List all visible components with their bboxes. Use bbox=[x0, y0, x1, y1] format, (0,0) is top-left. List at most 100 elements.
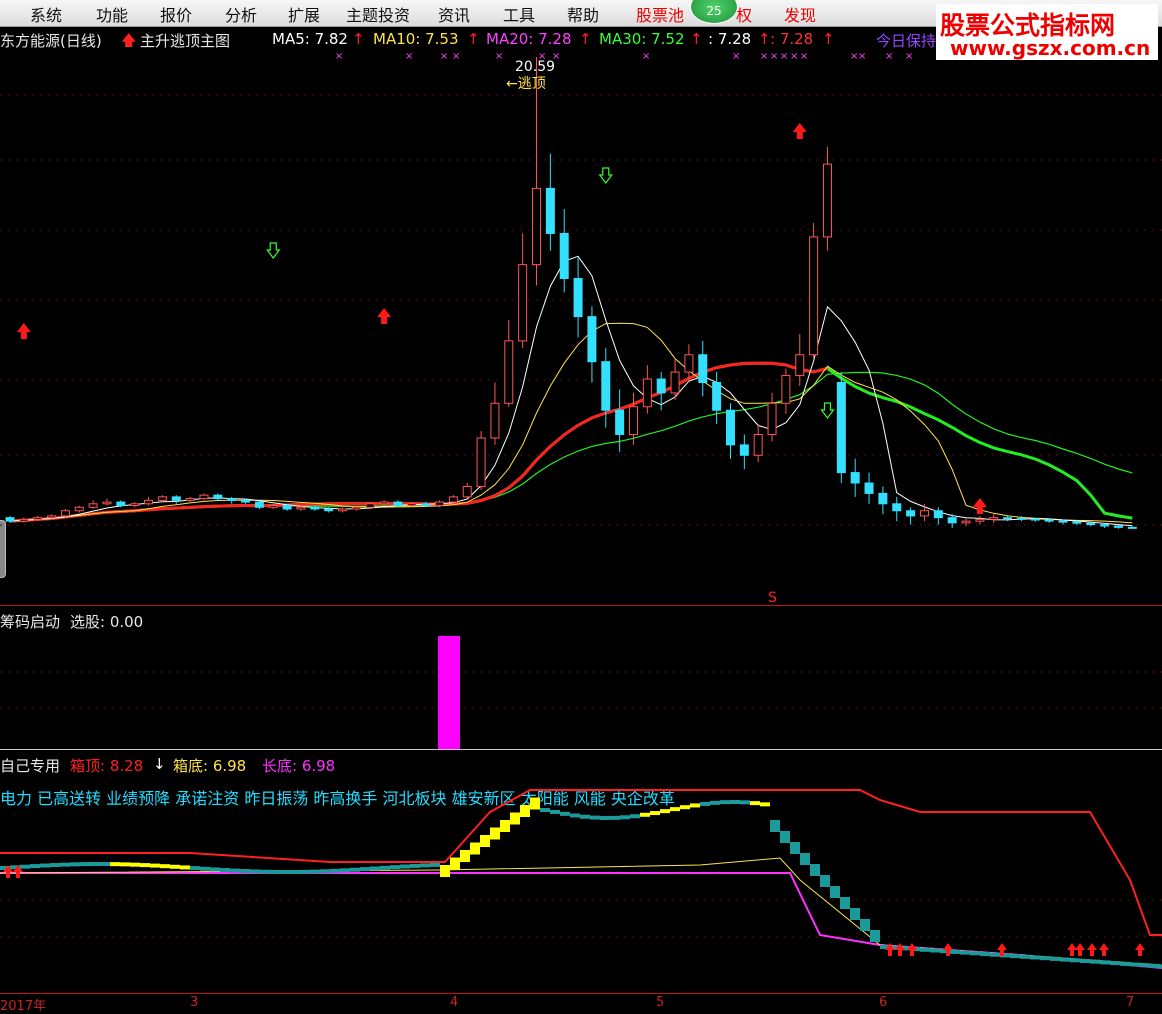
band-block bbox=[920, 947, 930, 952]
band-block bbox=[350, 867, 360, 872]
buy-arrow-icon bbox=[377, 308, 392, 324]
candle-body bbox=[19, 518, 29, 522]
band-block bbox=[930, 948, 940, 953]
candle-body bbox=[864, 482, 874, 494]
x-label-5: 5 bbox=[656, 995, 665, 1010]
band-block bbox=[700, 801, 710, 806]
candle-body bbox=[739, 444, 749, 456]
band-block bbox=[1100, 960, 1110, 965]
band-block bbox=[390, 865, 400, 870]
cross-marker: × bbox=[495, 51, 503, 62]
band-block bbox=[120, 862, 130, 867]
cross-marker: × bbox=[452, 51, 460, 62]
candle-body bbox=[1003, 517, 1013, 520]
band-block bbox=[1080, 959, 1090, 963]
candle-body bbox=[351, 506, 361, 510]
band-block bbox=[470, 842, 480, 855]
candle-body bbox=[822, 163, 832, 238]
candle-body bbox=[795, 354, 805, 377]
candle-body bbox=[47, 515, 57, 519]
band-block bbox=[610, 815, 620, 820]
cross-marker: × bbox=[770, 51, 778, 62]
band-block bbox=[660, 809, 670, 814]
band-block bbox=[800, 853, 810, 865]
band-block bbox=[190, 866, 200, 871]
candle-body bbox=[809, 236, 819, 356]
band-block bbox=[960, 950, 970, 955]
band-block bbox=[770, 820, 780, 832]
band-block bbox=[950, 949, 960, 954]
candle-body bbox=[781, 375, 791, 404]
band-block bbox=[600, 815, 610, 820]
band-block bbox=[970, 951, 980, 956]
sell-arrow-icon bbox=[266, 242, 281, 259]
band-block bbox=[620, 815, 630, 820]
band-block bbox=[360, 867, 370, 872]
candle-body bbox=[171, 496, 181, 501]
band-block bbox=[720, 800, 730, 805]
candle-body bbox=[1113, 525, 1123, 528]
candle-body bbox=[185, 498, 195, 501]
signal-arrow-icon bbox=[943, 943, 953, 956]
band-block bbox=[1070, 958, 1080, 963]
band-block bbox=[690, 803, 700, 808]
candle-body bbox=[199, 494, 209, 500]
band-block bbox=[780, 831, 790, 843]
buy-arrow-icon bbox=[792, 123, 807, 139]
candle-body bbox=[324, 508, 334, 512]
candle-body bbox=[892, 503, 902, 512]
candle-body bbox=[296, 506, 306, 510]
band-block bbox=[70, 862, 80, 867]
candle-body bbox=[587, 316, 597, 363]
candle-body bbox=[33, 517, 43, 520]
band-block bbox=[680, 805, 690, 810]
candle-body bbox=[421, 503, 431, 507]
band-block bbox=[270, 869, 280, 874]
candle-body bbox=[1030, 518, 1040, 521]
band-block bbox=[210, 867, 220, 872]
candle-body bbox=[670, 371, 680, 394]
candle-body bbox=[1086, 522, 1096, 526]
candle-body bbox=[532, 187, 542, 266]
cross-marker: × bbox=[790, 51, 798, 62]
candle-body bbox=[1072, 521, 1082, 524]
signal-arrow-icon bbox=[1075, 943, 1085, 956]
band-block bbox=[1040, 956, 1050, 961]
band-block bbox=[370, 866, 380, 871]
candle-body bbox=[878, 492, 888, 505]
cross-marker: × bbox=[642, 51, 650, 62]
candle-body bbox=[601, 361, 611, 411]
band-block bbox=[490, 827, 500, 840]
band-block bbox=[820, 875, 830, 887]
candle-body bbox=[684, 354, 694, 373]
band-block bbox=[80, 862, 90, 867]
candle-body bbox=[476, 437, 486, 487]
band-block bbox=[500, 820, 510, 832]
candle-body bbox=[338, 508, 348, 512]
band-block bbox=[710, 800, 720, 805]
band-block bbox=[160, 864, 170, 869]
box-bottom-line bbox=[0, 857, 1162, 966]
price-chart: × × × × × × × × × × × × × × × × × × bbox=[0, 51, 1162, 969]
band-block bbox=[840, 897, 850, 909]
band-block bbox=[670, 807, 680, 812]
band-block bbox=[260, 869, 270, 874]
band-block bbox=[30, 864, 40, 869]
band-block bbox=[1110, 961, 1120, 966]
band-block bbox=[40, 863, 50, 868]
band-block bbox=[310, 869, 320, 874]
candle-body bbox=[144, 499, 154, 505]
cross-marker: × bbox=[858, 51, 866, 62]
candle-body bbox=[836, 381, 846, 474]
candle-body bbox=[407, 503, 417, 507]
cross-marker: × bbox=[780, 51, 788, 62]
candle-body bbox=[989, 517, 999, 520]
cross-marker: × bbox=[405, 51, 413, 62]
band-block bbox=[830, 886, 840, 898]
band-block bbox=[850, 908, 860, 920]
band-block bbox=[520, 805, 530, 817]
sell-signal-marker: S bbox=[768, 590, 777, 606]
watermark-logo: 股票公式指标网 www.gszx.com.cn bbox=[936, 4, 1158, 60]
band-block bbox=[550, 809, 560, 814]
candle-body bbox=[490, 402, 500, 439]
